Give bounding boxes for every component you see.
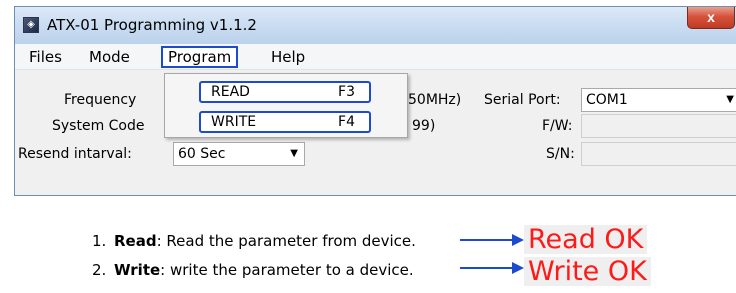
system-code-hint: 99) [412, 118, 436, 134]
title-bar[interactable]: ◈ ATX-01 Programming v1.1.2 x [15, 7, 736, 44]
fw-field [581, 114, 736, 138]
instruction-description: : write the parameter to a device. [160, 261, 414, 279]
menu-bar: Files Mode Program Help [15, 44, 736, 70]
serial-port-select[interactable]: COM1 ▼ [581, 88, 736, 112]
sn-label: S/N: [546, 146, 575, 162]
instruction-text: Read: Read the parameter from device. [114, 232, 416, 250]
instruction-number: 1. [92, 232, 107, 250]
menu-item-read-label: READ [211, 84, 250, 100]
close-button[interactable]: x [687, 7, 735, 29]
chevron-down-icon: ▼ [726, 94, 734, 105]
frequency-hint: 50MHz) [408, 92, 462, 108]
write-ok-result: Write OK [524, 257, 651, 286]
menu-mode[interactable]: Mode [89, 48, 130, 68]
serial-port-label: Serial Port: [484, 92, 561, 108]
sn-field [581, 142, 736, 166]
arrow-icons [460, 234, 524, 274]
instruction-keyword: Write [114, 261, 161, 279]
arrow-right-icon [460, 234, 524, 246]
menu-item-write-shortcut: F4 [338, 114, 355, 130]
arrow-right-icon [460, 262, 524, 274]
frequency-label: Frequency [64, 92, 137, 108]
fw-label: F/W: [542, 118, 573, 134]
instruction-description: : Read the parameter from device. [156, 232, 416, 250]
menu-item-write-label: WRITE [211, 114, 257, 130]
menu-files[interactable]: Files [29, 48, 62, 68]
menu-item-read[interactable]: READ F3 [199, 81, 371, 103]
menu-program[interactable]: Program [161, 46, 239, 68]
program-menu-dropdown: READ F3 WRITE F4 [164, 73, 408, 138]
window-title: ATX-01 Programming v1.1.2 [47, 16, 257, 34]
chevron-down-icon: ▼ [290, 148, 298, 159]
menu-item-write[interactable]: WRITE F4 [199, 111, 371, 133]
app-icon[interactable]: ◈ [23, 17, 39, 33]
serial-port-value: COM1 [586, 92, 628, 108]
system-code-label: System Code [52, 118, 145, 134]
resend-interval-select[interactable]: 60 Sec ▼ [173, 142, 305, 166]
instruction-number: 2. [92, 261, 107, 279]
menu-item-read-shortcut: F3 [338, 84, 355, 100]
instruction-text: Write: write the parameter to a device. [114, 261, 414, 279]
instruction-keyword: Read [114, 232, 157, 250]
resend-interval-value: 60 Sec [178, 146, 226, 162]
resend-interval-label: Resend intarval: [18, 146, 132, 162]
menu-help[interactable]: Help [271, 48, 305, 68]
read-ok-result: Read OK [524, 225, 648, 254]
